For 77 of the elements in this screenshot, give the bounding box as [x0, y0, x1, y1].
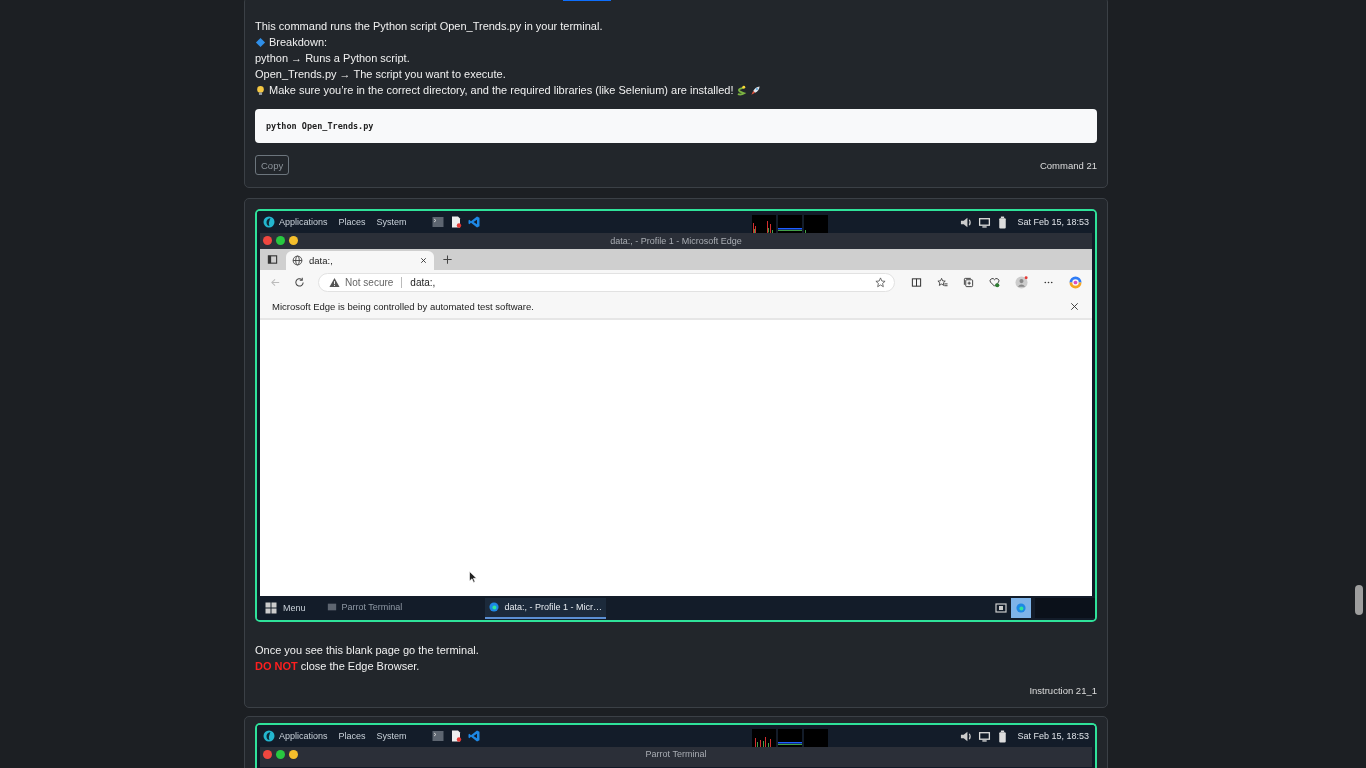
- code-text: python Open_Trends.py: [266, 121, 374, 131]
- app-grid-icon[interactable]: [265, 602, 277, 614]
- instruction-text: Once you see this blank page go the terminal.: [255, 643, 479, 658]
- favorites-icon[interactable]: [937, 277, 948, 288]
- new-tab-icon[interactable]: [442, 254, 453, 265]
- window-title: data:, - Profile 1 - Microsoft Edge: [610, 236, 742, 246]
- code-editor-icon[interactable]: [467, 730, 480, 742]
- warning-icon: [329, 277, 340, 288]
- cpu-graph-icon: [751, 729, 776, 747]
- light-bulb-icon: [255, 84, 266, 96]
- close-dot-icon[interactable]: [263, 236, 272, 245]
- avatar-icon[interactable]: [1015, 276, 1028, 289]
- menu-label[interactable]: Menu: [283, 603, 306, 613]
- browser-tab[interactable]: data:,: [286, 251, 434, 270]
- description-text: Open_Trends.py → The script you want to execute.: [255, 67, 506, 82]
- snake-icon: [736, 84, 748, 96]
- instruction-text: DO NOT close the Edge Browser.: [255, 659, 420, 674]
- sidebar-icon[interactable]: [267, 254, 278, 265]
- memory-graph-icon: [777, 215, 802, 233]
- browser-icon: [1016, 603, 1026, 613]
- close-icon[interactable]: [419, 256, 428, 265]
- close-dot-icon[interactable]: [263, 750, 272, 759]
- panel-menu[interactable]: System: [376, 731, 407, 741]
- panel-clock: Sat Feb 15, 18:53: [1017, 731, 1089, 741]
- memory-graph-icon: [777, 729, 802, 747]
- terminal-icon[interactable]: [431, 730, 444, 742]
- browser-icon: [489, 602, 500, 612]
- security-label: Not secure: [345, 277, 394, 288]
- minimize-dot-icon[interactable]: [289, 750, 298, 759]
- panel-menu[interactable]: Applications: [279, 731, 328, 741]
- info-bar-message: Microsoft Edge is being controlled by automated test software.: [272, 301, 534, 312]
- terminal-icon[interactable]: [431, 216, 444, 228]
- network-graph-icon: [803, 729, 828, 747]
- copy-button[interactable]: Copy: [255, 155, 290, 175]
- panel-menu[interactable]: Applications: [279, 217, 328, 227]
- scrollbar-thumb[interactable]: [1355, 585, 1363, 615]
- cpu-graph-icon: [751, 215, 776, 233]
- collections-icon[interactable]: [963, 277, 974, 288]
- network-graph-icon: [803, 215, 828, 233]
- panel-menu[interactable]: Places: [338, 217, 366, 227]
- heart-check-icon[interactable]: [989, 277, 1000, 288]
- diamond-icon: [255, 36, 266, 48]
- split-screen-icon[interactable]: [911, 277, 922, 288]
- globe-icon: [292, 255, 303, 266]
- workspace-switcher[interactable]: [1035, 598, 1095, 618]
- panel-menu[interactable]: System: [376, 217, 407, 227]
- address-bar[interactable]: Not secure data:,: [318, 273, 895, 292]
- taskbar-item[interactable]: Parrot Terminal: [322, 597, 407, 619]
- copilot-icon[interactable]: [1069, 276, 1082, 289]
- minimize-dot-icon[interactable]: [289, 236, 298, 245]
- mouse-cursor-icon: [469, 571, 477, 583]
- monitor-icon[interactable]: [978, 215, 992, 229]
- parrot-logo-icon: [263, 730, 275, 742]
- description-text: This command runs the Python script Open_Trends.py in your terminal.: [255, 19, 603, 34]
- instruction-label: Instruction 21_1: [1029, 685, 1097, 696]
- description-text: Breakdown:: [269, 35, 328, 50]
- taskbar-item[interactable]: data:, - Profile 1 - Micr…: [485, 597, 606, 619]
- description-text: Make sure you’re in the correct directory, and the required libraries (like Selenium) are installed!: [269, 83, 734, 98]
- maximize-dot-icon[interactable]: [276, 750, 285, 759]
- panel-menu[interactable]: Places: [338, 731, 366, 741]
- description-text: python → Runs a Python script.: [255, 51, 410, 66]
- maximize-dot-icon[interactable]: [276, 236, 285, 245]
- screenshot-tool-icon[interactable]: [995, 602, 1007, 614]
- command-label: Command 21: [1039, 159, 1097, 171]
- window-title: Parrot Terminal: [645, 749, 707, 759]
- rocket-icon: [750, 84, 762, 96]
- document-icon[interactable]: [449, 730, 462, 742]
- close-icon[interactable]: [1069, 301, 1080, 312]
- code-editor-icon[interactable]: [467, 216, 480, 228]
- monitor-icon[interactable]: [978, 729, 992, 743]
- parrot-logo-icon: [263, 216, 275, 228]
- document-icon[interactable]: [449, 216, 462, 228]
- star-icon[interactable]: [875, 277, 886, 288]
- reload-icon[interactable]: [294, 277, 305, 288]
- terminal-icon: [326, 602, 337, 612]
- panel-clock: Sat Feb 15, 18:53: [1017, 217, 1089, 227]
- url-text: data:,: [410, 277, 437, 288]
